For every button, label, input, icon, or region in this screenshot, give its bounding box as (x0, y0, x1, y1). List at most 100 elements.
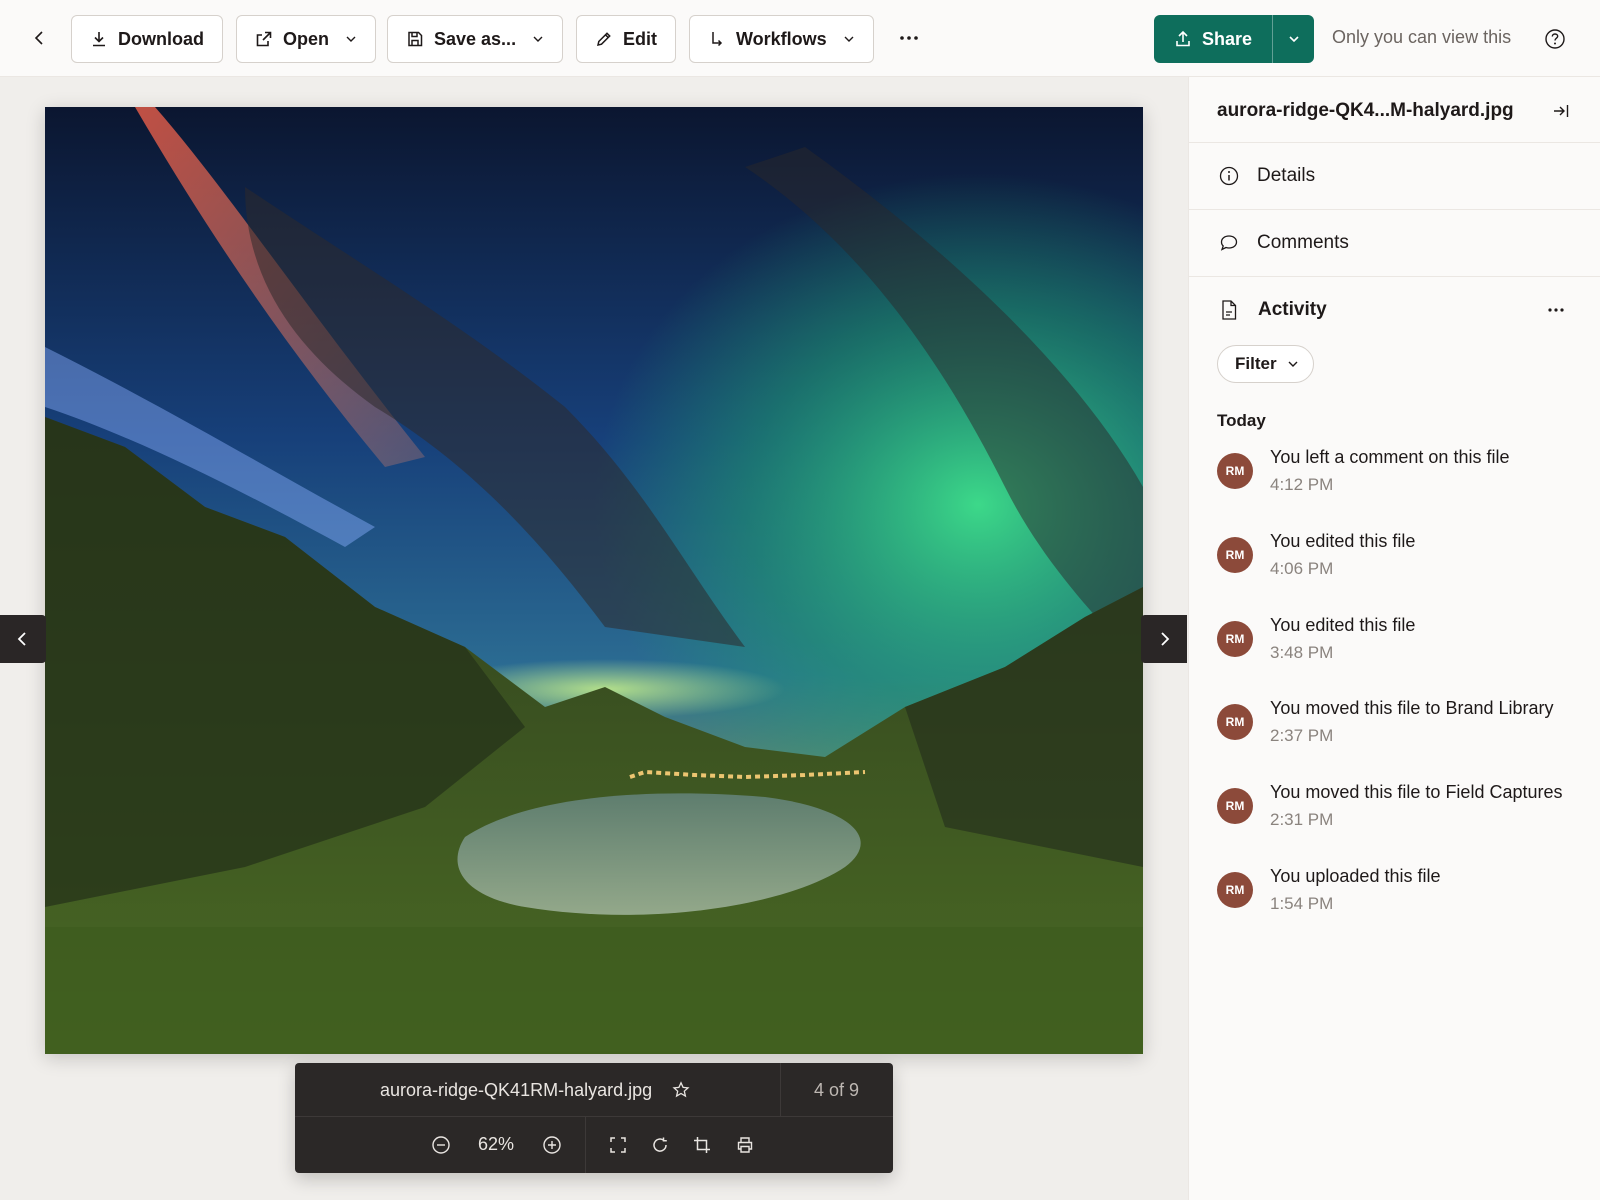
zoom-out-button[interactable] (427, 1131, 455, 1159)
activity-item: RM You uploaded this file 1:54 PM (1189, 866, 1600, 936)
divider (1189, 276, 1600, 277)
collapse-right-icon (1554, 105, 1569, 117)
workflow-icon (712, 32, 723, 47)
activity-time: 2:31 PM (1270, 810, 1334, 829)
share-button[interactable]: Share (1154, 15, 1272, 63)
viewer-controls: aurora-ridge-QK41RM-halyard.jpg 4 of 9 6… (295, 1063, 893, 1173)
activity-time: 4:06 PM (1270, 559, 1334, 578)
divider (780, 1063, 781, 1117)
zoom-out-icon (432, 1136, 450, 1154)
zoom-controls-row: 62% (295, 1117, 893, 1173)
activity-time: 2:37 PM (1270, 726, 1334, 745)
save-as-button[interactable]: Save as... (387, 15, 564, 63)
download-icon (93, 32, 105, 47)
activity-date-heading: Today (1217, 411, 1266, 430)
activity-header: Activity (1189, 285, 1600, 335)
zoom-in-button[interactable] (538, 1131, 566, 1159)
activity-item: RM You edited this file 3:48 PM (1189, 615, 1600, 685)
activity-item: RM You edited this file 4:06 PM (1189, 531, 1600, 601)
divider (585, 1117, 586, 1173)
edit-label: Edit (623, 28, 657, 49)
chevron-left-icon (34, 31, 43, 45)
details-label: Details (1257, 165, 1316, 186)
activity-item: RM You moved this file to Brand Library … (1189, 698, 1600, 768)
file-info-row: aurora-ridge-QK41RM-halyard.jpg 4 of 9 (295, 1063, 893, 1117)
visibility-status: Only you can view this (1332, 27, 1512, 47)
activity-text: You uploaded this file (1270, 866, 1441, 886)
filter-label: Filter (1235, 354, 1277, 373)
activity-time: 3:48 PM (1270, 643, 1334, 662)
star-icon (672, 1081, 690, 1098)
rotate-icon (653, 1137, 667, 1152)
next-image-button[interactable] (1141, 615, 1187, 663)
activity-text: You moved this file to Field Captures (1270, 782, 1563, 802)
ellipsis-icon (900, 36, 918, 40)
fullscreen-icon (610, 1137, 626, 1153)
activity-item: RM You moved this file to Field Captures… (1189, 782, 1600, 852)
avatar: RM (1217, 872, 1253, 908)
open-label: Open (283, 28, 330, 49)
collapse-panel-button[interactable] (1547, 97, 1575, 125)
star-button[interactable] (669, 1078, 693, 1102)
top-toolbar: Download Open Save as... Edit Workflows … (0, 0, 1600, 77)
comments-row[interactable]: Comments (1189, 210, 1600, 276)
save-icon (408, 31, 423, 47)
chevron-down-icon (346, 36, 356, 42)
activity-text: You edited this file (1270, 615, 1416, 635)
details-row[interactable]: Details (1189, 143, 1600, 209)
comment-icon (1217, 231, 1241, 255)
file-side-panel: aurora-ridge-QK4...M-halyard.jpg Details… (1188, 77, 1600, 1200)
zoom-level: 62% (478, 1134, 515, 1154)
workflows-label: Workflows (736, 28, 827, 49)
chevron-down-icon (844, 36, 854, 42)
crop-button[interactable] (688, 1131, 716, 1159)
zoom-in-icon (543, 1136, 561, 1154)
help-icon (1545, 29, 1565, 49)
fullscreen-button[interactable] (604, 1131, 632, 1159)
ellipsis-icon (1548, 308, 1564, 312)
image-position: 4 of 9 (814, 1080, 860, 1100)
download-button[interactable]: Download (71, 15, 223, 63)
comments-label: Comments (1257, 232, 1349, 253)
info-icon (1217, 164, 1241, 188)
share-group: Share (1154, 15, 1315, 63)
activity-text: You left a comment on this file (1270, 447, 1510, 467)
image-viewer: aurora-ridge-QK41RM-halyard.jpg 4 of 9 6… (0, 77, 1188, 1200)
previous-image-button[interactable] (0, 615, 46, 663)
activity-text: You moved this file to Brand Library (1270, 698, 1554, 718)
more-actions-button[interactable] (891, 22, 927, 54)
share-label: Share (1202, 28, 1253, 49)
open-button[interactable]: Open (236, 15, 377, 63)
avatar: RM (1217, 788, 1253, 824)
workflows-button[interactable]: Workflows (689, 15, 874, 63)
external-link-icon (256, 31, 272, 47)
chevron-down-icon (1288, 36, 1299, 43)
chevron-down-icon (1288, 361, 1298, 367)
activity-time: 1:54 PM (1270, 894, 1334, 913)
print-button[interactable] (731, 1131, 759, 1159)
activity-item: RM You left a comment on this file 4:12 … (1189, 447, 1600, 517)
chevron-left-icon (17, 632, 26, 646)
activity-text: You edited this file (1270, 531, 1416, 551)
rotate-button[interactable] (646, 1131, 674, 1159)
document-icon (1217, 298, 1241, 322)
pencil-icon (597, 32, 611, 46)
activity-time: 4:12 PM (1270, 475, 1334, 494)
avatar: RM (1217, 453, 1253, 489)
avatar: RM (1217, 621, 1253, 657)
activity-label: Activity (1258, 299, 1327, 320)
save-as-label: Save as... (434, 28, 517, 49)
filter-dropdown[interactable]: Filter (1217, 345, 1314, 383)
avatar: RM (1217, 704, 1253, 740)
back-button[interactable] (24, 22, 56, 54)
help-button[interactable] (1540, 24, 1570, 54)
printer-icon (737, 1137, 753, 1153)
download-label: Download (118, 28, 204, 49)
share-options-button[interactable] (1272, 15, 1314, 63)
avatar: RM (1217, 537, 1253, 573)
chevron-down-icon (533, 36, 543, 42)
activity-more-button[interactable] (1541, 297, 1571, 323)
aurora-photo (45, 107, 1143, 1054)
chevron-right-icon (1161, 632, 1170, 646)
edit-button[interactable]: Edit (576, 15, 676, 63)
